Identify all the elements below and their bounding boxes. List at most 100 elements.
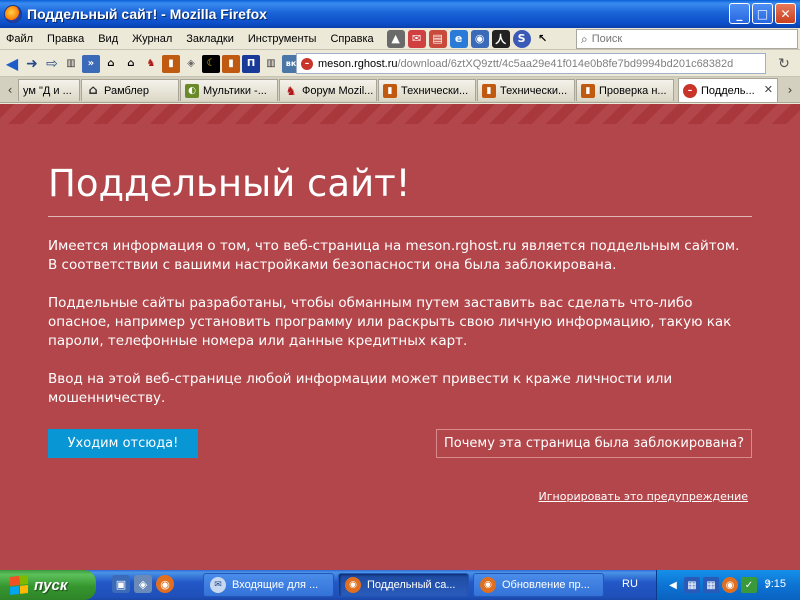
- close-button[interactable]: ✕: [775, 3, 796, 24]
- forum-icon: ▮: [482, 83, 496, 98]
- tab-label: Проверка н...: [599, 84, 667, 97]
- tab-label: Мультики -...: [203, 84, 267, 97]
- dragon-icon: ♞: [285, 83, 297, 98]
- why-blocked-button[interactable]: Почему эта страница была заблокирована?: [436, 429, 752, 458]
- bookmark-city-icon-2[interactable]: ▥: [262, 55, 280, 73]
- tab-6[interactable]: ▮ Технически...: [477, 79, 575, 101]
- blocked-site-icon: –: [301, 57, 313, 70]
- person-icon[interactable]: 人: [491, 29, 510, 48]
- tab-4[interactable]: ♞ Форум Mozil...: [279, 79, 377, 101]
- bookmark-banana-icon[interactable]: ☾: [202, 54, 220, 73]
- network-icon-2[interactable]: ▦: [703, 577, 719, 593]
- windows-logo-icon: [10, 575, 28, 595]
- quick-launch: ▣ ◈ ◉: [112, 575, 174, 593]
- network-icon[interactable]: ▦: [684, 577, 700, 593]
- task-inbox[interactable]: ✉ Входящие для ...: [203, 573, 334, 597]
- menu-bar: Файл Правка Вид Журнал Закладки Инструме…: [0, 28, 800, 50]
- url-host: meson.rghost.ru: [318, 57, 398, 70]
- firefox-icon[interactable]: ◉: [722, 577, 738, 593]
- arrow-icon[interactable]: ◀: [665, 577, 681, 593]
- skype-icon[interactable]: S: [512, 29, 531, 48]
- desktop-icon[interactable]: ▣: [112, 575, 130, 593]
- search-icon: ⌕: [581, 31, 588, 46]
- bookmark-orange-icon[interactable]: ▮: [162, 54, 180, 73]
- ignore-warning-link[interactable]: Игнорировать это предупреждение: [539, 490, 748, 503]
- app-icon[interactable]: ◈: [134, 575, 152, 593]
- menu-tools[interactable]: Инструменты: [241, 33, 324, 45]
- forward-arrow-icon[interactable]: ➜: [22, 54, 42, 74]
- tab-5[interactable]: ▮ Технически...: [378, 79, 476, 101]
- printer-icon[interactable]: ▤: [428, 29, 447, 48]
- menu-help[interactable]: Справка: [323, 33, 380, 45]
- mail-icon: ✉: [210, 577, 226, 593]
- menu-bookmarks[interactable]: Закладки: [179, 33, 241, 45]
- task-label: Входящие для ...: [232, 579, 319, 591]
- forward-arrow-icon-2[interactable]: ⇨: [42, 54, 62, 74]
- bookmark-house-icon[interactable]: ⌂: [122, 55, 140, 73]
- back-arrow-icon[interactable]: ◀: [2, 54, 22, 74]
- url-path: /download/6ztXQ9ztt/4c5aa29e41f014e0b8fe…: [397, 57, 734, 70]
- clock[interactable]: 9:15: [765, 578, 786, 590]
- tab-label: Технически...: [500, 84, 568, 97]
- url-bar[interactable]: – meson.rghost.ru/download/6ztXQ9ztt/4c5…: [296, 53, 766, 74]
- window-title: Поддельный сайт! - Mozilla Firefox: [27, 6, 267, 22]
- tab-label: Форум Mozil...: [302, 84, 374, 97]
- warning-paragraph-1: Имеется информация о том, что веб-страни…: [48, 238, 740, 273]
- tab-label: Технически...: [401, 84, 469, 97]
- taskbar: пуск ▣ ◈ ◉ ✉ Входящие для ... ◉ Поддельн…: [0, 570, 800, 600]
- tab-2[interactable]: ⌂ Рамблер: [81, 79, 179, 101]
- menu-file[interactable]: Файл: [0, 33, 40, 45]
- tab-label: ум "Д и ...: [23, 84, 72, 97]
- url-text: meson.rghost.ru/download/6ztXQ9ztt/4c5aa…: [318, 58, 733, 70]
- tab-scroll-left-icon[interactable]: ‹: [2, 81, 18, 99]
- menu-history[interactable]: Журнал: [125, 33, 179, 45]
- bookmark-city-icon[interactable]: ▥: [62, 55, 80, 73]
- firefox-icon[interactable]: ◉: [156, 575, 174, 593]
- reload-icon[interactable]: ↻: [774, 55, 794, 73]
- forum-icon: ▮: [383, 83, 397, 98]
- tab-close-icon[interactable]: ✕: [764, 83, 773, 96]
- car-icon[interactable]: ▲: [386, 29, 405, 48]
- search-input[interactable]: [591, 33, 772, 45]
- bookmark-dragon-icon[interactable]: ♞: [142, 55, 160, 73]
- menu-edit[interactable]: Правка: [40, 33, 91, 45]
- bookmark-blue-icon[interactable]: »: [82, 54, 100, 73]
- cursor-icon[interactable]: ↖: [534, 30, 552, 48]
- bookmark-navy-icon[interactable]: П: [242, 54, 260, 73]
- tab-1[interactable]: ум "Д и ...: [18, 79, 80, 101]
- maximize-button[interactable]: □: [752, 3, 773, 24]
- warning-page: Поддельный сайт! Имеется информация о то…: [0, 104, 800, 570]
- warning-heading: Поддельный сайт!: [48, 162, 411, 205]
- globe-icon[interactable]: ◉: [470, 29, 489, 48]
- bookmark-orange-icon-2[interactable]: ▮: [222, 54, 240, 73]
- minimize-button[interactable]: _: [729, 3, 750, 24]
- tab-3[interactable]: ◐ Мультики -...: [180, 79, 278, 101]
- search-box[interactable]: ⌕: [576, 29, 798, 49]
- divider: [48, 216, 752, 217]
- firefox-icon: ◉: [480, 577, 496, 593]
- tab-7[interactable]: ▮ Проверка н...: [576, 79, 674, 101]
- bookmark-icons: ▥ » ⌂ ⌂ ♞ ▮ ◈ ☾ ▮ П ▥ вк: [62, 54, 300, 73]
- update-icon[interactable]: ✓: [741, 577, 757, 593]
- language-indicator[interactable]: RU: [622, 578, 638, 590]
- warning-paragraph-3: Ввод на этой веб-странице любой информац…: [48, 371, 673, 406]
- window-titlebar[interactable]: Поддельный сайт! - Mozilla Firefox _ □ ✕: [0, 0, 800, 28]
- menu-view[interactable]: Вид: [91, 33, 125, 45]
- bookmark-home-icon[interactable]: ⌂: [102, 55, 120, 73]
- window-controls: _ □ ✕: [729, 3, 796, 24]
- firefox-icon: [4, 5, 22, 23]
- task-label: Обновление пр...: [502, 579, 590, 591]
- leave-button[interactable]: Уходим отсюда!: [48, 429, 198, 458]
- tab-label: Рамблер: [104, 84, 149, 97]
- house-icon: ⌂: [88, 83, 98, 98]
- tab-8-active[interactable]: – Поддель... ✕: [678, 78, 778, 102]
- task-update[interactable]: ◉ Обновление пр...: [473, 573, 604, 597]
- start-button[interactable]: пуск: [0, 570, 96, 600]
- navigation-bar: ◀ ➜ ⇨ ▥ » ⌂ ⌂ ♞ ▮ ◈ ☾ ▮ П ▥ вк – meson.r…: [0, 51, 800, 77]
- tab-bar: ‹ ум "Д и ... ⌂ Рамблер ◐ Мультики -... …: [0, 77, 800, 103]
- tab-scroll-right-icon[interactable]: ›: [782, 81, 798, 99]
- mail-icon[interactable]: ✉: [407, 29, 426, 48]
- task-firefox-active[interactable]: ◉ Поддельный са...: [338, 573, 469, 597]
- bookmark-grey-icon[interactable]: ◈: [182, 55, 200, 73]
- ie-icon[interactable]: e: [449, 29, 468, 48]
